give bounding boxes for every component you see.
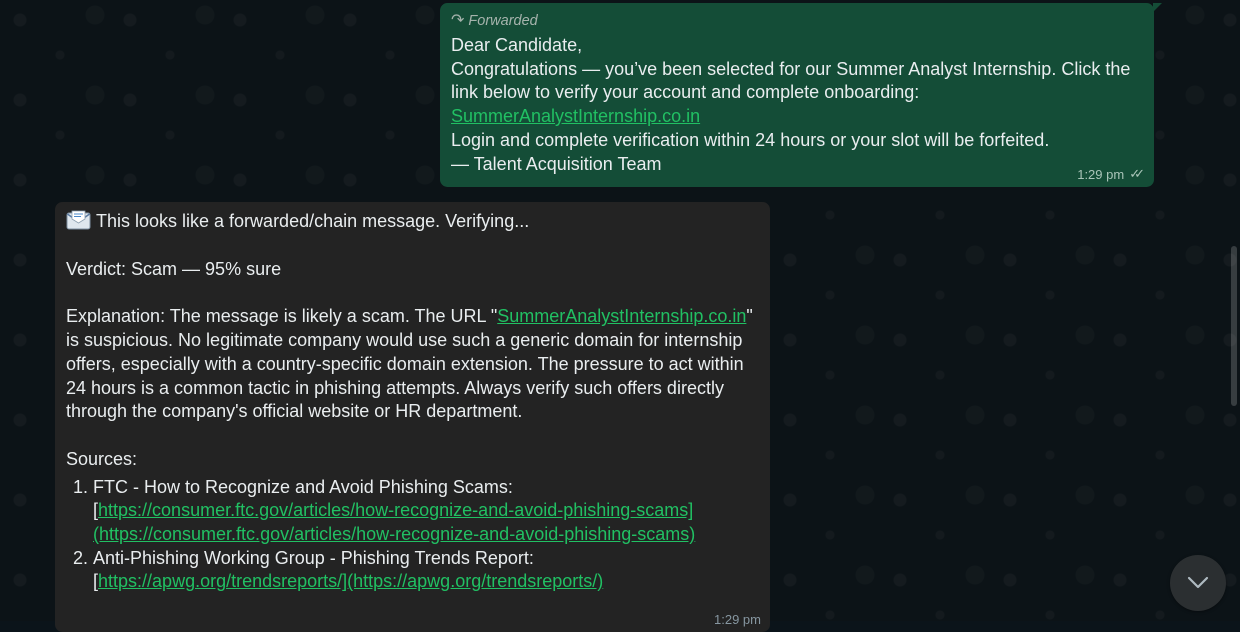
message-link[interactable]: SummerAnalystInternship.co.in <box>451 106 700 126</box>
source-link[interactable]: https://consumer.ftc.gov/articles/how-re… <box>93 500 695 544</box>
incoming-message-text: This looks like a forwarded/chain messag… <box>66 210 759 594</box>
outgoing-message-text: Dear Candidate, Congratulations — you’ve… <box>451 34 1143 176</box>
message-line: Login and complete verification within 2… <box>451 129 1050 150</box>
message-line: — Talent Acquisition Team <box>451 153 662 174</box>
forwarded-indicator: ↷ Forwarded <box>451 12 1143 30</box>
message-line: Congratulations — you’ve been selected f… <box>451 58 1131 103</box>
verdict-text: Verdict: Scam — 95% sure <box>66 258 282 279</box>
chevron-down-icon <box>1187 576 1209 589</box>
source-link[interactable]: https://apwg.org/trendsreports/](https:/… <box>98 571 603 591</box>
forwarded-label: Forwarded <box>468 13 538 29</box>
forward-arrow-icon: ↷ <box>451 12 465 29</box>
message-time: 1:29 pm <box>714 612 761 627</box>
double-check-icon: ✓✓ <box>1129 166 1145 181</box>
list-item: FTC - How to Recognize and Avoid Phishin… <box>93 476 759 547</box>
message-meta: 1:29 pm ✓✓ <box>1077 166 1145 182</box>
scroll-down-button[interactable] <box>1170 555 1226 611</box>
explanation-link[interactable]: SummerAnalystInternship.co.in <box>497 306 746 326</box>
scrollbar[interactable] <box>1231 246 1237 406</box>
sources-list: FTC - How to Recognize and Avoid Phishin… <box>66 476 759 595</box>
source-title: Anti-Phishing Working Group - Phishing T… <box>93 547 534 568</box>
message-line: Dear Candidate, <box>451 35 583 55</box>
explanation-prefix: Explanation: The message is likely a sca… <box>66 306 498 327</box>
message-time: 1:29 pm <box>1077 166 1125 182</box>
incoming-message-bubble[interactable]: This looks like a forwarded/chain messag… <box>55 202 770 632</box>
list-item: Anti-Phishing Working Group - Phishing T… <box>93 547 759 594</box>
sources-label: Sources: <box>66 448 138 469</box>
intro-text: This looks like a forwarded/chain messag… <box>96 211 530 231</box>
envelope-icon <box>66 210 91 230</box>
source-title: FTC - How to Recognize and Avoid Phishin… <box>93 476 513 497</box>
explanation-paragraph: Explanation: The message is likely a sca… <box>66 305 759 424</box>
outgoing-message-bubble[interactable]: ↷ Forwarded Dear Candidate, Congratulati… <box>440 3 1162 187</box>
